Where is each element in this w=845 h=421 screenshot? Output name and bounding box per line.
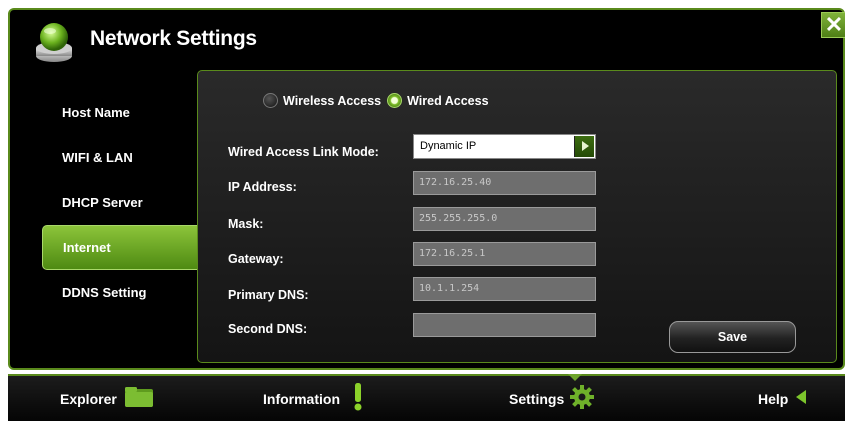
sidebar-item-label: DHCP Server xyxy=(62,195,143,210)
arrow-left-icon xyxy=(795,389,807,408)
network-settings-window: Network Settings ✕ Host Name WIFI & LAN … xyxy=(8,8,845,370)
primary-dns-field[interactable]: 10.1.1.254 xyxy=(413,277,596,301)
wireless-access-label[interactable]: Wireless Access xyxy=(283,94,381,108)
save-button[interactable]: Save xyxy=(669,321,796,353)
settings-sidebar: Host Name WIFI & LAN DHCP Server Interne… xyxy=(42,90,200,315)
internet-settings-panel: Wireless Access Wired Access Wired Acces… xyxy=(197,70,837,363)
gear-icon xyxy=(570,385,595,412)
sidebar-item-label: Host Name xyxy=(62,105,130,120)
ip-address-field[interactable]: 172.16.25.40 xyxy=(413,171,596,195)
window-header: Network Settings ✕ xyxy=(10,10,845,68)
window-title: Network Settings xyxy=(90,27,257,50)
sidebar-item-dhcp-server[interactable]: DHCP Server xyxy=(42,180,200,225)
sidebar-item-label: Internet xyxy=(63,240,111,255)
tab-information[interactable]: Information xyxy=(263,376,364,421)
dropdown-arrow-icon[interactable] xyxy=(574,136,594,157)
wireless-access-radio[interactable] xyxy=(263,93,278,108)
tab-label: Settings xyxy=(509,390,565,407)
tab-label: Explorer xyxy=(60,390,117,407)
mask-label: Mask: xyxy=(228,217,264,231)
sidebar-item-wifi-lan[interactable]: WIFI & LAN xyxy=(42,135,200,180)
sidebar-item-label: WIFI & LAN xyxy=(62,150,133,165)
link-mode-value: Dynamic IP xyxy=(420,140,477,152)
sidebar-item-label: DDNS Setting xyxy=(62,285,147,300)
sidebar-item-host-name[interactable]: Host Name xyxy=(42,90,200,135)
network-globe-icon xyxy=(32,20,76,64)
exclamation-icon xyxy=(352,383,364,414)
tab-help[interactable]: Help xyxy=(758,376,807,421)
wired-access-label[interactable]: Wired Access xyxy=(407,94,488,108)
tab-label: Help xyxy=(758,390,789,407)
second-dns-label: Second DNS: xyxy=(228,322,308,336)
link-mode-select[interactable]: Dynamic IP xyxy=(413,134,596,159)
tab-explorer[interactable]: Explorer xyxy=(60,376,154,421)
mask-field[interactable]: 255.255.255.0 xyxy=(413,207,596,231)
link-mode-label: Wired Access Link Mode: xyxy=(228,145,379,159)
tab-settings[interactable]: Settings xyxy=(509,376,595,421)
sidebar-item-internet[interactable]: Internet xyxy=(42,225,200,270)
primary-dns-label: Primary DNS: xyxy=(228,288,309,302)
folder-icon xyxy=(124,386,154,411)
second-dns-field[interactable] xyxy=(413,313,596,337)
sidebar-item-ddns-setting[interactable]: DDNS Setting xyxy=(42,270,200,315)
access-mode-group: Wireless Access Wired Access xyxy=(263,93,495,108)
gateway-field[interactable]: 172.16.25.1 xyxy=(413,242,596,266)
close-icon: ✕ xyxy=(824,12,844,37)
gateway-label: Gateway: xyxy=(228,252,284,266)
close-button[interactable]: ✕ xyxy=(821,12,845,38)
wired-access-radio[interactable] xyxy=(387,93,403,108)
bottom-taskbar: Explorer Information Settings Help xyxy=(8,374,845,421)
tab-label: Information xyxy=(263,390,340,407)
ip-address-label: IP Address: xyxy=(228,180,297,194)
